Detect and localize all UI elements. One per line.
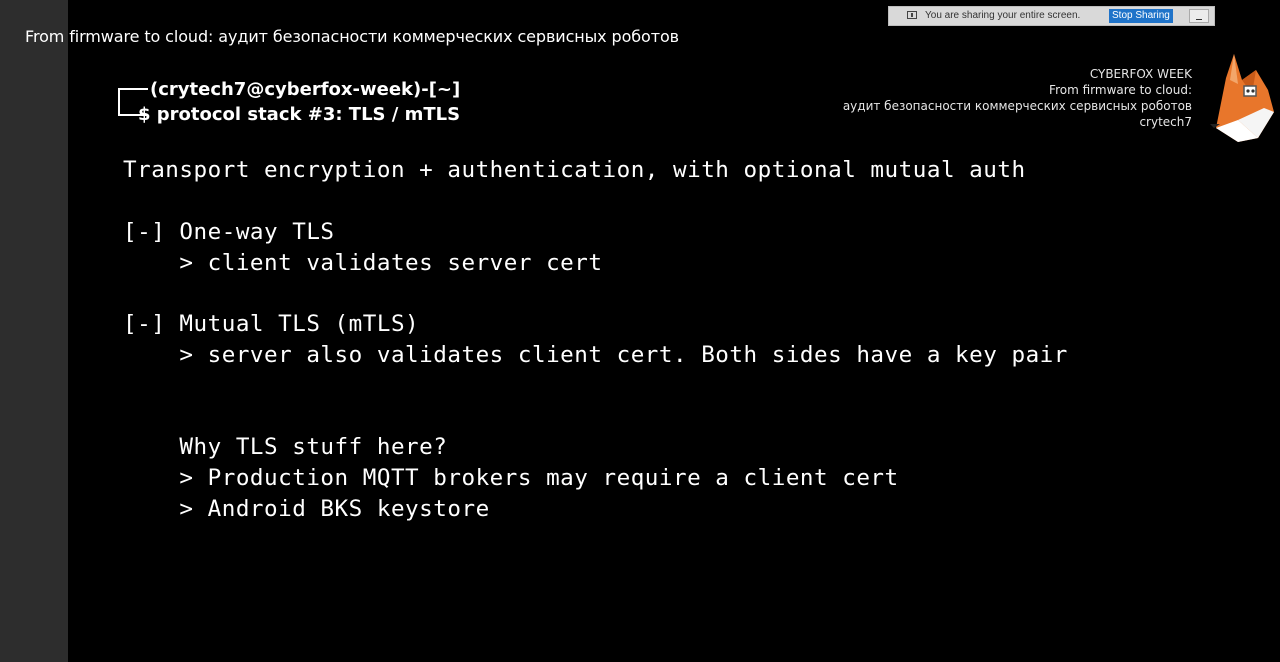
why-tls-title: Why TLS stuff here?: [123, 434, 448, 460]
one-way-tls-detail: > client validates server cert: [123, 250, 603, 276]
terminal-prompt-user: (crytech7@cyberfox-week)-[~]: [150, 79, 461, 100]
window-title: From firmware to cloud: аудит безопаснос…: [25, 27, 679, 46]
mutual-tls-detail: > server also validates client cert. Bot…: [123, 342, 1068, 368]
sharing-message: You are sharing your entire screen.: [925, 10, 1081, 21]
branding-talk-subtitle: аудит безопасности коммерческих сервисны…: [842, 99, 1192, 113]
terminal-prompt-command: $ protocol stack #3: TLS / mTLS: [138, 104, 461, 125]
mutual-tls-title: [-] Mutual TLS (mTLS): [123, 311, 420, 337]
left-sidebar-strip: [0, 0, 68, 662]
minimize-icon[interactable]: [1189, 9, 1209, 23]
branding-speaker: crytech7: [1139, 115, 1192, 129]
stop-sharing-button[interactable]: Stop Sharing: [1109, 9, 1173, 23]
why-tls-point-mqtt: > Production MQTT brokers may require a …: [123, 465, 899, 491]
fox-logo-icon: [1210, 54, 1274, 142]
event-branding: CYBERFOX WEEK From firmware to cloud: ау…: [843, 66, 1192, 130]
why-tls-point-bks: > Android BKS keystore: [123, 496, 490, 522]
one-way-tls-title: [-] One-way TLS: [123, 219, 335, 245]
branding-event-name: CYBERFOX WEEK: [1089, 67, 1192, 81]
branding-talk-title: From firmware to cloud:: [1049, 83, 1192, 97]
slide-subtitle: Transport encryption + authentication, w…: [123, 157, 1026, 183]
screen-share-icon: [907, 11, 917, 19]
screen-sharing-bar: You are sharing your entire screen. Stop…: [888, 6, 1215, 26]
screen: From firmware to cloud: аудит безопаснос…: [0, 0, 1280, 662]
